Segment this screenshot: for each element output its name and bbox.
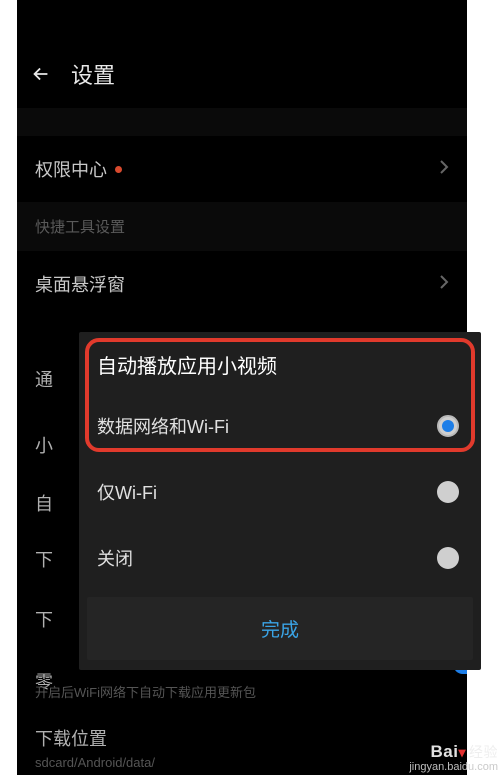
chevron-right-icon: [439, 273, 449, 296]
section-header-quick-tools: 快捷工具设置: [17, 202, 467, 251]
desktop-float-label: 桌面悬浮窗: [35, 271, 125, 297]
radio-label: 仅Wi-Fi: [97, 479, 157, 505]
page-title: 设置: [71, 58, 115, 90]
radio-unselected-icon: [437, 547, 459, 569]
bg-item-partial: 下: [17, 586, 57, 652]
settings-item-desktop-float[interactable]: 桌面悬浮窗: [17, 251, 467, 317]
dialog-done-button[interactable]: 完成: [87, 597, 473, 660]
watermark-url: jingyan.baidu.com: [409, 762, 498, 773]
header-bar: 设置: [17, 0, 467, 102]
phone-frame: 设置 权限中心 快捷工具设置 桌面悬浮窗 通 小 自 下 下 零: [17, 0, 467, 775]
chevron-right-icon: [439, 158, 449, 181]
back-arrow-icon[interactable]: [29, 63, 53, 85]
watermark: Bai▾ 经验 jingyan.baidu.com: [409, 743, 498, 773]
permission-center-label: 权限中心: [35, 156, 107, 182]
radio-option-data-and-wifi[interactable]: 数据网络和Wi-Fi: [79, 395, 481, 459]
spacer: [17, 108, 467, 136]
notification-dot-icon: [115, 166, 122, 173]
radio-unselected-icon: [437, 481, 459, 503]
radio-selected-icon: [437, 415, 459, 437]
radio-label: 数据网络和Wi-Fi: [97, 413, 229, 439]
dialog-title: 自动播放应用小视频: [79, 332, 481, 395]
watermark-brand-suffix: 经验: [469, 745, 498, 759]
settings-item-download-location[interactable]: 下载位置: [17, 709, 467, 755]
bg-item-partial: 通: [17, 346, 57, 412]
radio-option-off[interactable]: 关闭: [79, 525, 481, 591]
settings-screen: 设置 权限中心 快捷工具设置 桌面悬浮窗 通 小 自 下 下 零: [17, 0, 467, 775]
bg-item-partial: 小: [17, 412, 57, 478]
autoplay-dialog: 自动播放应用小视频 数据网络和Wi-Fi 仅Wi-Fi 关闭 完成: [79, 332, 481, 670]
settings-item-permission-center[interactable]: 权限中心: [17, 136, 467, 202]
watermark-brand: Bai▾: [431, 743, 467, 760]
radio-option-wifi-only[interactable]: 仅Wi-Fi: [79, 459, 481, 525]
radio-label: 关闭: [97, 545, 133, 571]
auto-update-description: 开启后WiFi网络下自动下载应用更新包: [17, 682, 467, 709]
bg-item-partial: 下: [17, 526, 57, 592]
